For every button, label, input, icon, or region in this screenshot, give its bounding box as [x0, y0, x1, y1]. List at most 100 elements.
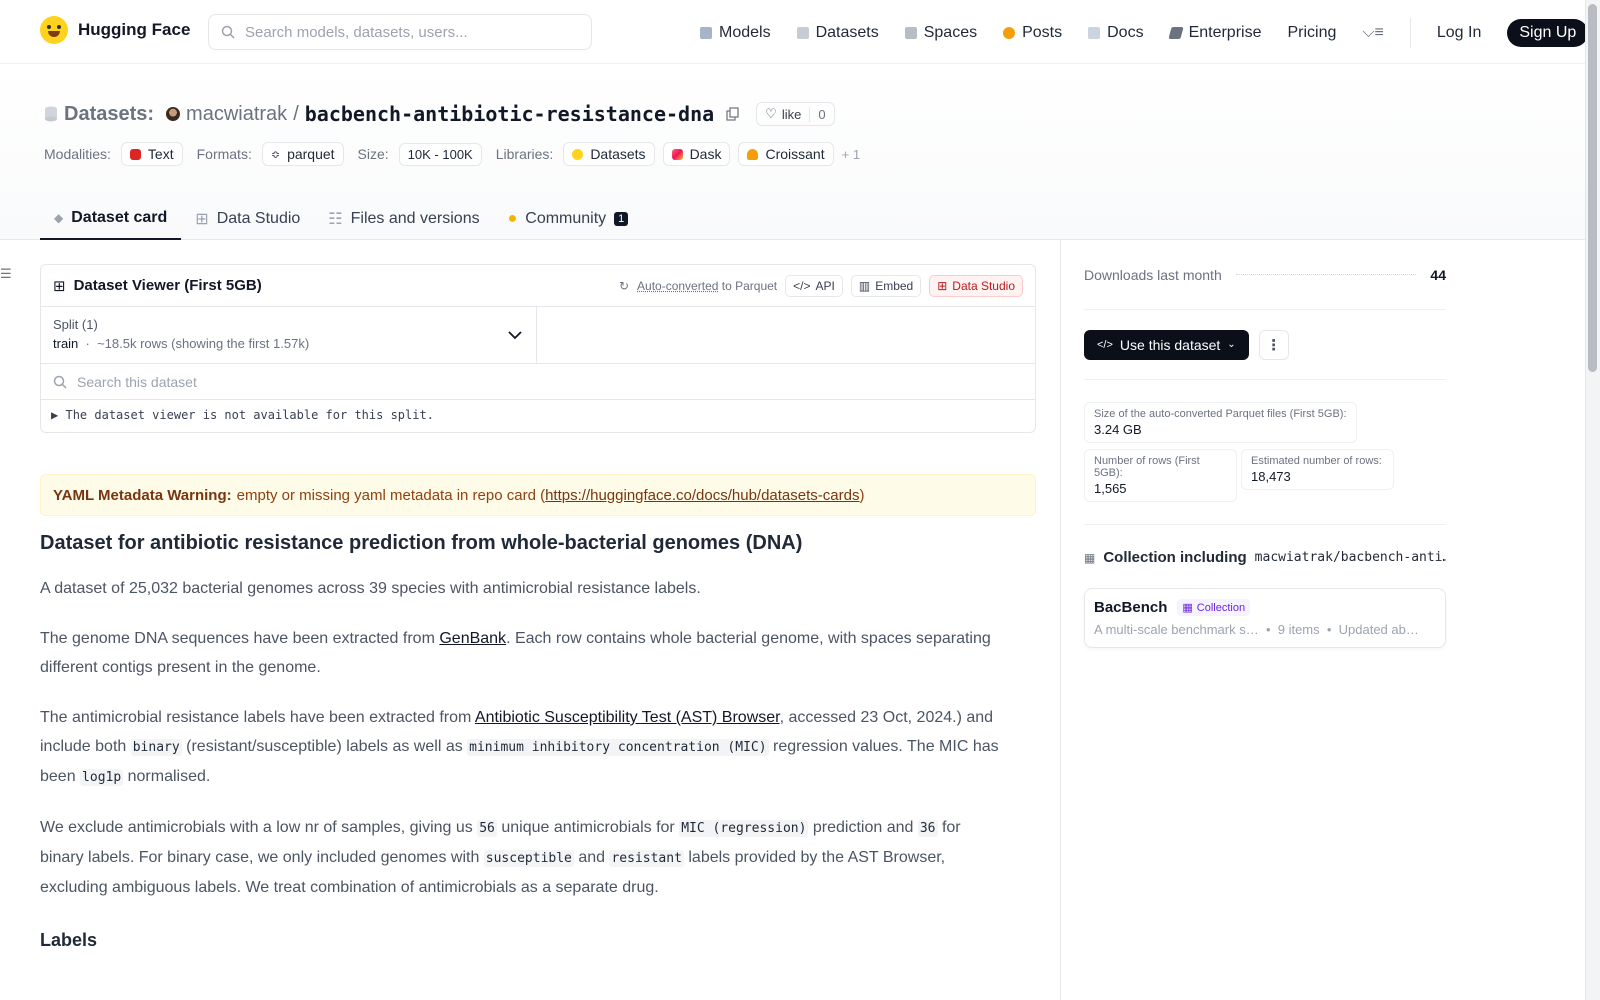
menu-icon: ⌵≡ — [1362, 24, 1384, 41]
auto-converted-link[interactable]: Auto-converted to Parquet — [637, 279, 777, 293]
split-title: Split (1) — [53, 317, 98, 332]
split-rows: ~18.5k rows (showing the first 1.57k) — [97, 336, 310, 351]
code-binary: binary — [130, 739, 182, 756]
collection-meta: A multi-scale benchmark s… • 9 items • U… — [1094, 622, 1419, 637]
viewer-search[interactable]: Search this dataset — [41, 364, 1035, 400]
genbank-link[interactable]: GenBank — [439, 630, 506, 647]
tab-community-label: Community — [525, 210, 607, 227]
stat-label: Size of the auto-converted Parquet files… — [1094, 408, 1347, 420]
chevron-down-icon: ⌄ — [1227, 339, 1236, 350]
code-mic: minimum inhibitory concentration (MIC) — [467, 739, 769, 756]
repo-tabs: ◆ Dataset card ⊞ Data Studio ☷ Files and ve… — [40, 198, 642, 240]
tag-datasets[interactable]: Datasets — [563, 142, 655, 166]
p3-text-a: The antimicrobial resistance labels have… — [40, 709, 475, 726]
heart-icon: ♡ — [765, 106, 777, 121]
login-label: Log In — [1436, 24, 1482, 41]
data-studio-label: Data Studio — [952, 278, 1015, 293]
use-dataset-button[interactable]: </> Use this dataset ⌄ — [1084, 329, 1249, 360]
text-icon — [129, 148, 141, 160]
toc-toggle[interactable]: ☰ — [0, 266, 12, 282]
signup-button[interactable]: Sign Up — [1507, 19, 1589, 47]
refresh-icon: ↻ — [618, 278, 630, 293]
dataset-name[interactable]: bacbench-antibiotic-resistance-dna — [305, 102, 714, 126]
nav-docs[interactable]: Docs — [1088, 24, 1144, 42]
nav-posts-label: Posts — [1022, 24, 1063, 41]
enterprise-icon — [1167, 27, 1184, 39]
nav-models[interactable]: Models — [700, 24, 771, 42]
collection-items: 9 items — [1277, 622, 1320, 637]
more-libraries[interactable]: + 1 — [842, 147, 860, 162]
stats-block: Size of the auto-converted Parquet files… — [1084, 380, 1446, 525]
nav-pricing[interactable]: Pricing — [1287, 24, 1336, 42]
downloads-label: Downloads last month — [1084, 266, 1222, 283]
copy-icon[interactable] — [726, 107, 740, 121]
formats-label: Formats: — [196, 146, 252, 162]
scrollbar[interactable] — [1585, 0, 1600, 1000]
nav-posts[interactable]: Posts — [1003, 24, 1062, 42]
toc-icon: ☰ — [0, 266, 12, 281]
like-button[interactable]: ♡ like 0 — [756, 102, 835, 126]
ast-browser-link[interactable]: Antibiotic Susceptibility Test (AST) Bro… — [475, 709, 780, 726]
nav-datasets[interactable]: Datasets — [796, 24, 879, 42]
split-selector[interactable]: Split (1) train · ~18.5k rows (showing t… — [41, 307, 537, 363]
warning-label: YAML Metadata Warning: — [53, 486, 232, 504]
api-button[interactable]: </> API — [785, 274, 843, 297]
warning-link[interactable]: https://huggingface.co/docs/hub/datasets… — [545, 487, 859, 504]
tab-dataset-card[interactable]: ◆ Dataset card — [40, 198, 182, 240]
downloads-value: 44 — [1430, 266, 1446, 283]
tab-data-studio[interactable]: ⊞ Data Studio — [181, 198, 314, 240]
tag-croissant[interactable]: Croissant — [738, 142, 834, 166]
nav-menu[interactable]: ⌵≡ — [1362, 24, 1383, 42]
scrollbar-thumb[interactable] — [1588, 4, 1597, 372]
embed-button[interactable]: ▥ Embed — [850, 274, 922, 297]
use-dataset-label: Use this dataset — [1119, 336, 1221, 353]
tag-parquet[interactable]: ≎ parquet — [261, 142, 344, 166]
files-icon: ☷ — [328, 211, 343, 228]
tab-community[interactable]: ● Community 1 — [494, 198, 643, 240]
tag-dask[interactable]: Dask — [662, 142, 731, 166]
p4-text-e: and — [573, 849, 610, 866]
search-input[interactable] — [245, 23, 565, 41]
tag-dask-label: Dask — [689, 146, 722, 162]
tab-files[interactable]: ☷ Files and versions — [314, 198, 493, 240]
tag-row: Modalities: Text Formats: ≎ parquet Size:… — [44, 142, 860, 166]
warning-text: empty or missing yaml metadata in repo c… — [236, 486, 546, 504]
tag-size[interactable]: 10K - 100K — [398, 142, 482, 166]
embed-label: Embed — [875, 278, 914, 293]
viewer-unavailable-note[interactable]: ▶ The dataset viewer is not available fo… — [41, 400, 1035, 430]
search-box[interactable] — [208, 14, 592, 50]
datasets-lib-icon — [572, 148, 584, 160]
tag-text[interactable]: Text — [120, 142, 183, 166]
embed-icon: ▥ — [858, 278, 871, 293]
collection-badge-label: Collection — [1196, 601, 1246, 614]
collection-label: Collection including — [1103, 549, 1247, 566]
section-label[interactable]: Datasets: — [64, 103, 154, 126]
nav-spaces[interactable]: Spaces — [904, 24, 977, 42]
collection-badge-icon: ▦ — [1182, 602, 1193, 614]
nav-models-label: Models — [719, 24, 771, 41]
community-icon: ● — [507, 210, 518, 227]
owner-avatar — [166, 107, 181, 121]
to-parquet-text: to Parquet — [718, 278, 778, 293]
nav-links: Models Datasets Spaces Posts Docs Enterp… — [700, 18, 1589, 48]
card-paragraph-4: We exclude antimicrobials with a low nr … — [40, 813, 1000, 902]
owner-link[interactable]: macwiatrak — [186, 103, 287, 126]
login-link[interactable]: Log In — [1437, 24, 1481, 42]
collection-updated: Updated ab… — [1338, 622, 1419, 637]
stat-estimated-rows: Estimated number of rows: 18,473 — [1241, 449, 1394, 490]
brand-logo[interactable]: Hugging Face — [40, 16, 190, 44]
viewer-header: ⊞ Dataset Viewer (First 5GB) ↻ Auto-conve… — [41, 265, 1035, 307]
more-options-button[interactable]: ⋮ — [1258, 329, 1289, 360]
data-studio-button[interactable]: ⊞ Data Studio — [929, 274, 1023, 297]
p4-text-b: unique antimicrobials for — [496, 819, 680, 836]
table-icon: ⊞ — [53, 277, 66, 295]
stat-parquet-size: Size of the auto-converted Parquet files… — [1084, 402, 1357, 443]
hugging-face-logo-icon — [40, 16, 68, 44]
disclosure-triangle-icon: ▶ — [51, 408, 59, 422]
warning-close-paren: ) — [859, 486, 865, 504]
nav-enterprise[interactable]: Enterprise — [1167, 24, 1261, 42]
nav-docs-label: Docs — [1107, 24, 1144, 41]
stat-rows: Number of rows (First 5GB): 1,565 — [1084, 449, 1237, 502]
collection-card[interactable]: BacBench ▦ Collection A multi-scale bench… — [1084, 588, 1446, 648]
top-navbar: Hugging Face Models Datasets Spaces Post… — [0, 0, 1589, 64]
